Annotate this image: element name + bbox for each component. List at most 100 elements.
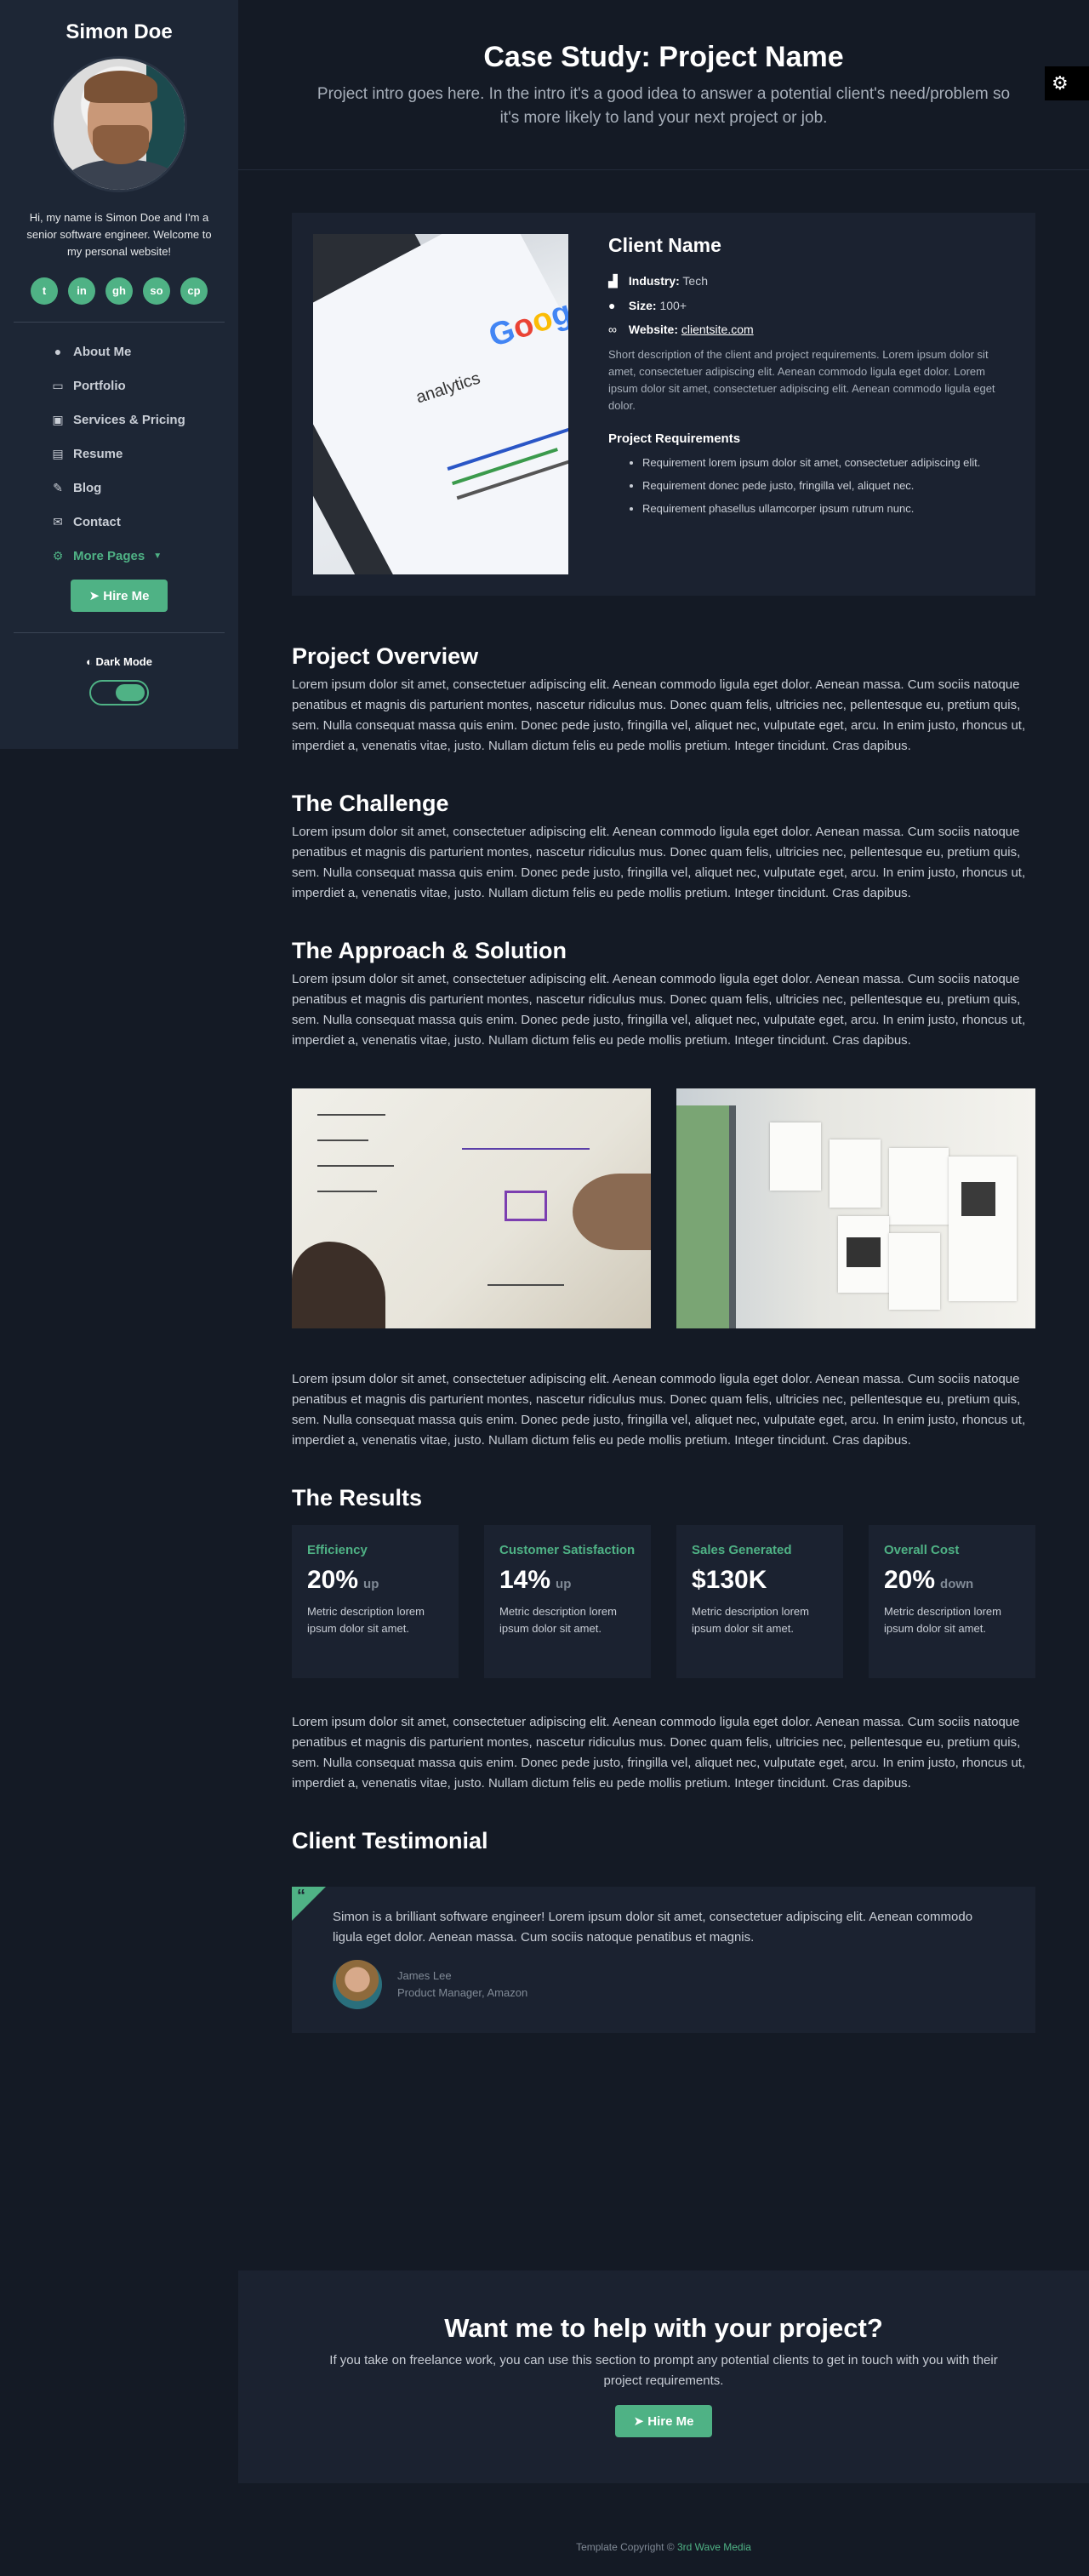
cta-text: If you take on freelance work, you can u… — [329, 2353, 998, 2388]
section-title: The Approach & Solution — [292, 938, 567, 963]
requirements-list: Requirement lorem ipsum dolor sit amet, … — [608, 456, 1008, 515]
nav-item-label: Contact — [73, 514, 121, 529]
metric-card: Efficiency 20% up Metric description lore… — [292, 1525, 459, 1678]
client-website-link[interactable]: clientsite.com — [681, 323, 754, 336]
nav-item-blog[interactable]: ✎ Blog — [51, 471, 238, 505]
social-links: t in gh so cp — [0, 277, 238, 305]
profile-avatar — [51, 56, 187, 192]
bio-text: Hi, my name is Simon Doe and I'm a senio… — [26, 211, 212, 258]
github-icon[interactable]: gh — [105, 277, 133, 305]
toggle-knob — [116, 684, 145, 701]
page-title: Case Study: Project Name — [483, 41, 844, 73]
author-name: James Lee — [397, 1969, 452, 1982]
avatar — [333, 1960, 382, 2009]
testimonial-section: Client Testimonial “ Simon is a brillian… — [292, 1828, 1035, 2033]
settings-gear-icon[interactable]: ⚙ — [1045, 66, 1089, 100]
challenge-section: The Challenge Lorem ipsum dolor sit amet… — [292, 791, 1035, 904]
wall-sketches-photo — [676, 1088, 1035, 1328]
quote-icon: “ — [297, 1887, 305, 1905]
metric-label: Customer Satisfaction — [499, 1543, 636, 1557]
main-content: Case Study: Project Name Project intro g… — [238, 0, 1089, 2033]
laptop-icon: ▭ — [52, 378, 64, 392]
client-image: Google analytics — [313, 234, 568, 574]
metric-description: Metric description lorem ipsum dolor sit… — [692, 1605, 809, 1635]
footer: Template Copyright © 3rd Wave Media — [238, 2483, 1089, 2576]
nav-item-label: Portfolio — [73, 378, 126, 393]
nav-item-label: More Pages — [73, 548, 145, 563]
nav-item-resume[interactable]: ▤ Resume — [51, 437, 238, 471]
nav-item-label: Blog — [73, 480, 102, 495]
testimonial-author: James Lee Product Manager, Amazon — [333, 1960, 995, 2009]
dark-mode-toggle[interactable] — [89, 680, 149, 705]
client-meta: ▟ Industry: Tech ● Size: 100+ ∞ Website:… — [608, 274, 1008, 336]
metric-value: 20% down — [884, 1566, 974, 1594]
nav-item-label: About Me — [73, 344, 132, 359]
metric-value: 20% up — [307, 1566, 379, 1594]
testimonial-card: “ Simon is a brilliant software engineer… — [292, 1887, 1035, 2033]
main-nav: ● About Me ▭ Portfolio ▣ Services & Pric… — [0, 323, 238, 573]
paper-plane-icon: ➤ — [633, 2414, 645, 2429]
list-item: Requirement phasellus ullamcorper ipsum … — [642, 502, 1008, 515]
file-icon: ▤ — [52, 446, 64, 460]
client-info: Client Name ▟ Industry: Tech ● Size: 100… — [608, 234, 1008, 525]
industry-icon: ▟ — [608, 274, 618, 288]
client-description: Short description of the client and proj… — [608, 348, 995, 412]
list-item: Requirement donec pede justo, fringilla … — [642, 479, 1008, 492]
paper-plane-icon: ➤ — [88, 589, 100, 603]
nav-item-label: Resume — [73, 446, 123, 461]
section-paragraph: Lorem ipsum dolor sit amet, consectetuer… — [292, 972, 1026, 1048]
metric-card: Overall Cost 20% down Metric description … — [869, 1525, 1035, 1678]
section-title: Client Testimonial — [292, 1828, 488, 1853]
envelope-icon: ✉ — [53, 514, 63, 528]
nav-item-more-pages[interactable]: ⚙ More Pages ▼ — [51, 539, 238, 573]
metric-value: $130K — [692, 1566, 767, 1594]
client-industry: ▟ Industry: Tech — [608, 274, 708, 288]
metric-description: Metric description lorem ipsum dolor sit… — [499, 1605, 617, 1635]
cta-section: Want me to help with your project? If yo… — [238, 2270, 1089, 2483]
stack-overflow-icon[interactable]: so — [143, 277, 170, 305]
client-name: Client Name — [608, 234, 721, 256]
metric-label: Efficiency — [307, 1543, 368, 1557]
caret-down-icon: ▼ — [153, 551, 162, 561]
client-size: ● Size: 100+ — [608, 299, 687, 312]
site-name[interactable]: Simon Doe — [0, 0, 238, 44]
cta-title: Want me to help with your project? — [444, 2313, 883, 2343]
hire-me-button[interactable]: ➤ Hire Me — [70, 580, 168, 612]
results-section: The Results Efficiency 20% up Metric desc… — [292, 1485, 1035, 1678]
brand-link[interactable]: 3rd Wave Media — [677, 2541, 751, 2553]
section-paragraph: Lorem ipsum dolor sit amet, consectetuer… — [292, 677, 1026, 753]
requirements-title: Project Requirements — [608, 431, 741, 446]
author-role: Product Manager, Amazon — [397, 1986, 528, 1999]
nav-item-contact[interactable]: ✉ Contact — [51, 505, 238, 539]
sidebar: Simon Doe Hi, my name is Simon Doe and I… — [0, 0, 238, 749]
metric-label: Sales Generated — [692, 1543, 792, 1557]
dark-mode-label: ◐ Dark Mode — [86, 655, 152, 668]
list-item: Requirement lorem ipsum dolor sit amet, … — [642, 456, 1008, 469]
sidebar-divider — [14, 632, 225, 633]
metric-label: Overall Cost — [884, 1543, 960, 1557]
briefcase-icon: ▣ — [52, 412, 64, 426]
blog-icon: ✎ — [53, 480, 63, 494]
users-icon: ● — [608, 299, 616, 312]
metric-description: Metric description lorem ipsum dolor sit… — [884, 1605, 1001, 1635]
nav-item-portfolio[interactable]: ▭ Portfolio — [51, 368, 238, 403]
metric-card: Customer Satisfaction 14% up Metric descr… — [484, 1525, 651, 1678]
metric-value: 14% up — [499, 1566, 572, 1594]
whiteboard-photo — [292, 1088, 651, 1328]
linkedin-icon[interactable]: in — [68, 277, 95, 305]
project-photos — [292, 1088, 1035, 1328]
metric-card: Sales Generated $130K Metric description… — [676, 1525, 843, 1678]
nav-item-services[interactable]: ▣ Services & Pricing — [51, 403, 238, 437]
page-intro: Project intro goes here. In the intro it… — [316, 85, 1011, 127]
page-header: Case Study: Project Name Project intro g… — [238, 0, 1089, 170]
link-icon: ∞ — [608, 323, 617, 336]
client-website: ∞ Website: clientsite.com — [608, 323, 754, 336]
codepen-icon[interactable]: cp — [180, 277, 208, 305]
gears-icon: ⚙ — [52, 548, 64, 563]
section-paragraph: Lorem ipsum dolor sit amet, consectetuer… — [292, 1715, 1026, 1791]
twitter-icon[interactable]: t — [31, 277, 58, 305]
user-icon: ● — [54, 345, 62, 358]
metric-description: Metric description lorem ipsum dolor sit… — [307, 1605, 425, 1635]
nav-item-about[interactable]: ● About Me — [51, 334, 238, 368]
cta-hire-button[interactable]: ➤ Hire Me — [614, 2405, 713, 2437]
